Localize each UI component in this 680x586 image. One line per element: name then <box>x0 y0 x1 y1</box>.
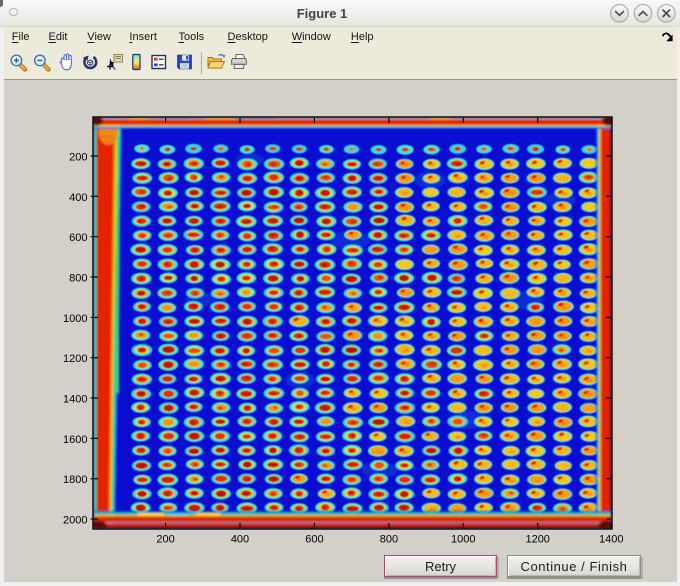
svg-text:200: 200 <box>69 152 87 164</box>
svg-text:1400: 1400 <box>63 394 87 406</box>
svg-text:1000: 1000 <box>63 313 87 325</box>
svg-text:1800: 1800 <box>63 474 87 486</box>
svg-text:2000: 2000 <box>63 515 87 527</box>
svg-text:1600: 1600 <box>63 434 87 446</box>
svg-text:400: 400 <box>231 534 249 546</box>
svg-text:1000: 1000 <box>451 534 475 546</box>
svg-text:800: 800 <box>380 534 398 546</box>
svg-text:800: 800 <box>69 273 87 285</box>
svg-text:600: 600 <box>305 534 323 546</box>
svg-text:1400: 1400 <box>599 534 623 546</box>
svg-text:400: 400 <box>69 192 87 204</box>
svg-text:200: 200 <box>156 534 174 546</box>
svg-text:600: 600 <box>69 232 87 244</box>
svg-text:1200: 1200 <box>525 534 549 546</box>
svg-text:1200: 1200 <box>63 353 87 365</box>
